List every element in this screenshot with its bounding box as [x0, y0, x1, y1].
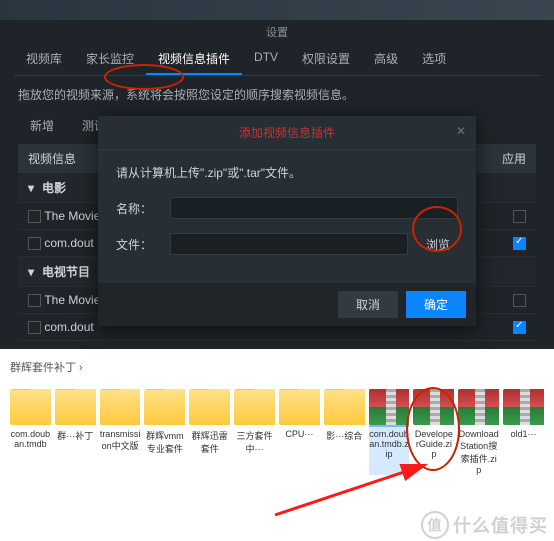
breadcrumb[interactable]: 群辉套件补丁 › [10, 355, 544, 389]
file-label: DeveloperGuide.zip [413, 429, 454, 459]
file-item[interactable]: 群辉vmm专业套件 [144, 389, 185, 475]
tab-advanced[interactable]: 高级 [362, 44, 410, 75]
archive-icon [503, 389, 544, 425]
drag-handle-icon[interactable] [28, 210, 41, 223]
browse-button[interactable]: 浏览 [418, 236, 458, 253]
drag-handle-icon[interactable] [28, 237, 41, 250]
use-checkbox[interactable] [513, 321, 526, 334]
folder-icon [10, 389, 51, 425]
use-checkbox[interactable] [513, 210, 526, 223]
close-icon[interactable]: ✕ [456, 124, 466, 138]
file-input[interactable] [170, 233, 408, 255]
plugin-name: The Movie [44, 293, 100, 307]
window-title: 设置 [0, 20, 554, 44]
name-input[interactable] [170, 197, 458, 219]
file-item[interactable]: DeveloperGuide.zip [413, 389, 454, 475]
group-label: 电影 [42, 179, 66, 196]
file-label: 群辉迅雷套件 [189, 429, 230, 455]
file-item[interactable]: com.douban.tmdb.zip [369, 389, 410, 475]
file-label: old1··· [503, 429, 544, 439]
ok-button[interactable]: 确定 [406, 291, 466, 318]
file-label: 三方套件中··· [234, 429, 275, 455]
file-label: DownloadStation搜索插件.zip [458, 429, 499, 475]
group-label: 电视节目 [42, 263, 90, 280]
folder-icon [100, 389, 141, 425]
folder-icon [144, 389, 185, 425]
file-grid: com.douban.tmdb 群···补丁 transmission中文版群辉vm… [10, 389, 544, 475]
tab-parental[interactable]: 家长监控 [74, 44, 146, 75]
file-label: 影···综合 [324, 429, 365, 442]
main-tabs: 视频库 家长监控 视频信息插件 DTV 权限设置 高级 选项 [14, 44, 540, 76]
tab-options[interactable]: 选项 [410, 44, 458, 75]
file-label: 文件： [116, 236, 160, 253]
drag-handle-icon[interactable] [28, 321, 41, 334]
plugin-name: The Movie [44, 209, 100, 223]
archive-icon [413, 389, 454, 425]
file-item[interactable]: 影···综合 [324, 389, 365, 475]
page-description: 拖放您的视频来源，系统将会按照您设定的顺序搜索视频信息。 [18, 86, 536, 103]
add-button[interactable]: 新增 [18, 113, 66, 138]
file-label: com.douban.tmdb [10, 429, 51, 449]
col-use: 应用 [502, 150, 526, 167]
file-item[interactable]: transmission中文版 [100, 389, 141, 475]
file-item[interactable]: old1··· [503, 389, 544, 475]
file-label: 群辉vmm专业套件 [144, 429, 185, 455]
folder-icon [55, 389, 96, 425]
file-label: 群···补丁 [55, 429, 96, 442]
dialog-description: 请从计算机上传".zip"或".tar"文件。 [116, 164, 458, 181]
plugin-name: com.dout [44, 320, 93, 334]
file-item[interactable]: DownloadStation搜索插件.zip [458, 389, 499, 475]
folder-icon [279, 389, 320, 425]
folder-icon [189, 389, 230, 425]
add-plugin-dialog: 添加视频信息插件 ✕ 请从计算机上传".zip"或".tar"文件。 名称： 文… [98, 116, 476, 326]
use-checkbox[interactable] [513, 294, 526, 307]
drag-handle-icon[interactable] [28, 294, 41, 307]
name-label: 名称： [116, 200, 160, 217]
file-item[interactable]: com.douban.tmdb [10, 389, 51, 475]
archive-icon [369, 389, 410, 425]
chevron-down-icon: ▾ [28, 265, 42, 279]
file-item[interactable]: 三方套件中··· [234, 389, 275, 475]
col-name: 视频信息 [28, 150, 88, 167]
plugin-name: com.dout [44, 236, 93, 250]
folder-icon [234, 389, 275, 425]
watermark-icon: 值 [421, 511, 449, 539]
watermark: 值 什么值得买 [421, 511, 548, 539]
archive-icon [458, 389, 499, 425]
file-label: com.douban.tmdb.zip [369, 429, 410, 459]
file-item[interactable]: 群···补丁 [55, 389, 96, 475]
file-label: CPU··· [279, 429, 320, 439]
tab-dtv[interactable]: DTV [242, 44, 290, 75]
folder-icon [324, 389, 365, 425]
cancel-button[interactable]: 取消 [338, 291, 398, 318]
settings-window: 设置 视频库 家长监控 视频信息插件 DTV 权限设置 高级 选项 拖放您的视频… [0, 20, 554, 349]
file-item[interactable]: 群辉迅雷套件 [189, 389, 230, 475]
file-label: transmission中文版 [100, 429, 141, 452]
chevron-down-icon: ▾ [28, 181, 42, 195]
dialog-title: 添加视频信息插件 ✕ [98, 116, 476, 150]
watermark-text: 什么值得买 [453, 512, 548, 538]
tab-permissions[interactable]: 权限设置 [290, 44, 362, 75]
file-explorer: 群辉套件补丁 › com.douban.tmdb 群···补丁 transmissi… [0, 349, 554, 475]
tab-library[interactable]: 视频库 [14, 44, 74, 75]
banner-image [0, 0, 554, 20]
tab-video-info-plugin[interactable]: 视频信息插件 [146, 44, 242, 75]
file-item[interactable]: CPU··· [279, 389, 320, 475]
use-checkbox[interactable] [513, 237, 526, 250]
